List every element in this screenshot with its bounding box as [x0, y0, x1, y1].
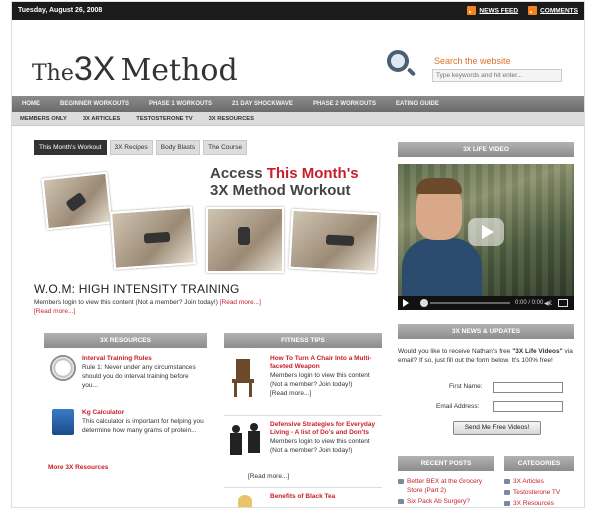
play-icon[interactable] — [403, 299, 409, 307]
play-overlay-icon[interactable] — [468, 218, 504, 246]
calculator-icon — [52, 409, 74, 435]
search-icon[interactable] — [387, 50, 409, 72]
search-title: Search the website — [434, 56, 511, 66]
primary-nav: HOME BEGINNER WORKOUTS PHASE 1 WORKOUTS … — [12, 96, 584, 112]
news-intro: Would you like to receive Nathan's free … — [398, 347, 576, 365]
self-defense-icon — [228, 421, 264, 459]
workout-promo-banner[interactable]: Access This Month's 3X Method Workout — [34, 157, 386, 277]
nav-item-3x-resources[interactable]: 3X RESOURCES — [201, 116, 262, 122]
email-field[interactable] — [493, 401, 563, 412]
resource-item-title[interactable]: Interval Training Rules — [82, 355, 206, 363]
rss-icon — [528, 6, 538, 15]
workout-photo — [110, 206, 196, 270]
recent-post-item[interactable]: Six Pack Ab Surgery? — [398, 497, 494, 506]
nav-item-3x-articles[interactable]: 3X ARTICLES — [75, 116, 128, 122]
video-controls: 0:00 / 0:00 ◀€ — [398, 296, 574, 310]
fullscreen-icon[interactable] — [558, 299, 568, 307]
promo-title-prefix: Access — [210, 165, 267, 182]
recent-posts-box: RECENT POSTS Better BEX at the Grocery S… — [398, 456, 494, 506]
resource-item-text: Rule 1: Never under any circumstances sh… — [82, 364, 196, 389]
news-header: 3X NEWS & UPDATES — [398, 324, 574, 339]
workout-photo — [288, 208, 380, 274]
send-videos-button[interactable]: Send Me Free Videos! — [453, 421, 541, 435]
seek-handle[interactable] — [420, 299, 428, 307]
email-label: Email Address: — [436, 403, 480, 410]
category-item[interactable]: Testosterone TV — [504, 488, 574, 497]
nav-item-eating-guide[interactable]: EATING GUIDE — [386, 101, 449, 107]
logo-method: Method — [120, 53, 238, 88]
nav-item-members-only[interactable]: MEMBERS ONLY — [12, 116, 75, 122]
comments-link[interactable]: COMMENTS — [540, 7, 578, 14]
first-name-field[interactable] — [493, 382, 563, 393]
workout-photo — [206, 207, 284, 273]
nav-item-21-day-shockwave[interactable]: 21 DAY SHOCKWAVE — [222, 101, 303, 107]
tea-icon — [238, 495, 252, 507]
categories-box: CATEGORIES 3X Articles Testosterone TV 3… — [504, 456, 574, 508]
nav-item-phase-2-workouts[interactable]: PHASE 2 WORKOUTS — [303, 101, 386, 107]
nav-item-beginner-workouts[interactable]: BEGINNER WORKOUTS — [50, 101, 139, 107]
fitness-tip-title[interactable]: Benefits of Black Tea — [270, 493, 382, 501]
workout-photo — [41, 171, 113, 231]
promo-title-highlight: This Month's — [266, 165, 359, 182]
secondary-nav: MEMBERS ONLY 3X ARTICLES TESTOSTERONE TV… — [12, 112, 584, 126]
tab-3x-recipes[interactable]: 3X Recipes — [109, 140, 153, 155]
nav-item-testosterone-tv[interactable]: TESTOSTERONE TV — [128, 116, 200, 122]
wom-text: Members login to view this content (Not … — [34, 299, 220, 306]
resources-box: 3X RESOURCES Interval Training Rules Rul… — [44, 333, 207, 471]
video-header: 3X LIFE VIDEO — [398, 142, 574, 157]
promo-title-line2: 3X Method Workout — [210, 182, 351, 199]
volume-icon[interactable]: ◀€ — [544, 300, 552, 307]
video-time: 0:00 / 0:00 — [515, 300, 544, 306]
wom-read-more-link[interactable]: [Read more...] — [34, 308, 75, 315]
fitness-tips-box: FITNESS TIPS How To Turn A Chair Into a … — [224, 333, 382, 507]
news-text-before: Would you like to receive Nathan's free — [398, 348, 513, 355]
video-player[interactable] — [398, 164, 574, 310]
tab-the-course[interactable]: The Course — [203, 140, 248, 155]
tab-this-months-workout[interactable]: This Month's Workout — [34, 140, 107, 155]
recent-post-item[interactable]: Better BEX at the Grocery Store (Part 2) — [398, 477, 494, 495]
page-frame: Tuesday, August 26, 2008 NEWS FEED COMME… — [12, 2, 584, 507]
fitness-tips-header: FITNESS TIPS — [224, 333, 382, 348]
category-item[interactable]: 3X Articles — [504, 477, 574, 486]
wom-title[interactable]: W.O.M: HIGH INTENSITY TRAINING — [34, 282, 240, 296]
fitness-tip-title[interactable]: Defensive Strategies for Everyday Living… — [270, 421, 382, 437]
video-person-hair — [416, 178, 462, 194]
tab-body-blasts[interactable]: Body Blasts — [155, 140, 201, 155]
content-tabs: This Month's Workout 3X Recipes Body Bla… — [34, 140, 248, 155]
rss-icon — [467, 6, 477, 15]
logo-the: The — [32, 61, 74, 86]
date-label: Tuesday, August 26, 2008 — [18, 7, 103, 14]
fitness-tip-title[interactable]: How To Turn A Chair Into a Multi-faceted… — [270, 355, 382, 371]
wom-read-more-inline[interactable]: [Read more...] — [220, 299, 261, 306]
more-resources-link[interactable]: More 3X Resources — [48, 464, 108, 471]
logo-3x: 3X — [73, 50, 116, 88]
video-person-body — [402, 238, 482, 298]
seek-bar[interactable] — [430, 302, 510, 304]
fitness-tip-read-more[interactable]: [Read more...] — [248, 472, 289, 481]
nav-item-home[interactable]: HOME — [12, 101, 50, 107]
first-name-label: First Name: — [449, 383, 483, 390]
nav-item-phase-1-workouts[interactable]: PHASE 1 WORKOUTS — [139, 101, 222, 107]
site-header: The3X Method Search the website — [12, 20, 584, 96]
wom-summary: Members login to view this content (Not … — [34, 298, 384, 316]
stopwatch-icon — [50, 355, 76, 381]
resources-header: 3X RESOURCES — [44, 333, 207, 348]
fitness-tip-text: Members login to view this content (Not … — [270, 438, 370, 454]
news-feed-link[interactable]: NEWS FEED — [479, 7, 518, 14]
site-logo[interactable]: The3X Method — [32, 50, 238, 89]
top-links: NEWS FEED COMMENTS — [467, 6, 578, 15]
search-input[interactable] — [432, 69, 562, 82]
fitness-tip-read-more[interactable]: [Read more...] — [270, 389, 382, 398]
fitness-tip-text: Members login to view this content (Not … — [270, 372, 370, 388]
categories-header: CATEGORIES — [504, 456, 574, 471]
news-text-bold: "3X Life Videos" — [512, 348, 563, 355]
top-bar: Tuesday, August 26, 2008 NEWS FEED COMME… — [12, 2, 584, 20]
promo-title: Access This Month's 3X Method Workout — [210, 165, 359, 199]
recent-posts-header: RECENT POSTS — [398, 456, 494, 471]
chair-icon — [228, 355, 258, 397]
resource-item-title[interactable]: Kg Calculator — [82, 409, 206, 417]
resource-item-text: This calculator is important for helping… — [82, 418, 204, 434]
